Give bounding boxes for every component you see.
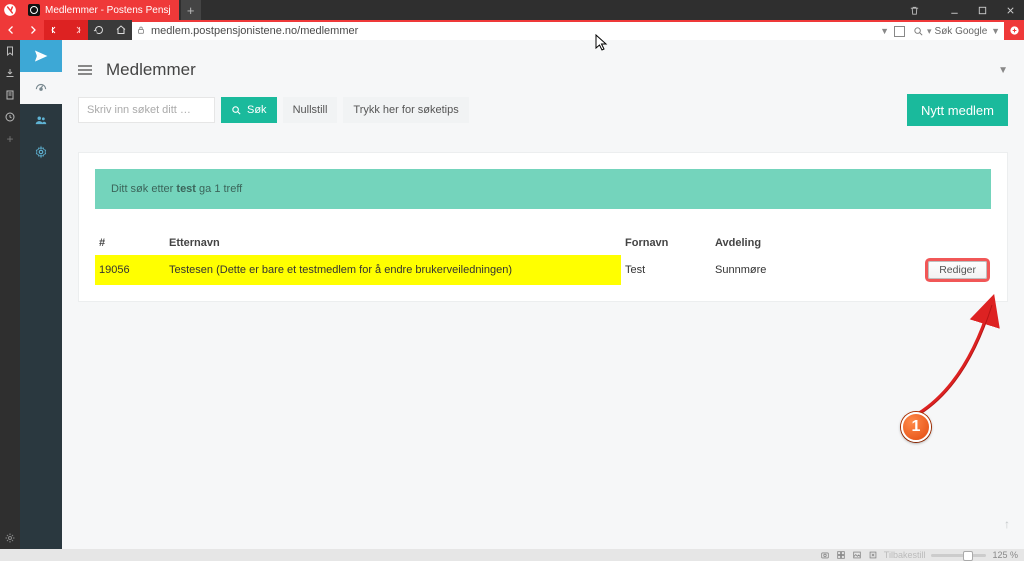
results-panel: Ditt søk etter test ga 1 treff # Etterna… bbox=[78, 152, 1008, 302]
window-close-button[interactable] bbox=[996, 0, 1024, 20]
browser-search-placeholder: Søk Google bbox=[935, 26, 988, 37]
result-prefix: Ditt søk etter bbox=[111, 183, 176, 195]
tab-title: Medlemmer - Postens Pensj bbox=[45, 5, 171, 16]
reset-button-label: Nullstill bbox=[293, 104, 328, 116]
lock-icon bbox=[136, 24, 146, 38]
menu-toggle-icon[interactable] bbox=[78, 65, 92, 75]
reset-button[interactable]: Nullstill bbox=[283, 97, 338, 123]
page-options-dropdown-icon[interactable]: ▼ bbox=[998, 65, 1008, 76]
address-bar[interactable]: medlem.postpensjonistene.no/medlemmer ▼ bbox=[132, 20, 909, 40]
table-header-row: # Etternavn Fornavn Avdeling bbox=[95, 231, 991, 255]
scroll-top-icon[interactable]: ↑ bbox=[1004, 517, 1010, 531]
nav-back-button[interactable] bbox=[0, 20, 22, 40]
status-reset-label[interactable]: Tilbakestill bbox=[884, 550, 926, 560]
status-tile-icon[interactable] bbox=[836, 550, 846, 560]
cell-firstname: Test bbox=[621, 255, 711, 285]
search-tips-label: Trykk her for søketips bbox=[353, 104, 458, 116]
annotation-arrow bbox=[896, 294, 1016, 429]
window-minimize-button[interactable] bbox=[940, 0, 968, 20]
col-firstname: Fornavn bbox=[621, 231, 711, 255]
nav-reload-button[interactable] bbox=[88, 20, 110, 40]
app-sidebar bbox=[20, 40, 62, 549]
annotation-badge: 1 bbox=[901, 412, 931, 442]
page-title: Medlemmer bbox=[106, 60, 196, 80]
sidebar-dashboard-icon[interactable] bbox=[20, 72, 62, 104]
new-member-button[interactable]: Nytt medlem bbox=[907, 94, 1008, 126]
nav-rewind-button[interactable] bbox=[44, 20, 66, 40]
sidebar-members-icon[interactable] bbox=[20, 104, 62, 136]
browser-search-field[interactable]: ▾ Søk Google ▼ bbox=[909, 20, 1004, 40]
tab-favicon bbox=[28, 4, 40, 16]
panel-downloads-icon[interactable] bbox=[3, 66, 17, 80]
browser-panel-bar: + bbox=[0, 40, 20, 549]
sidebar-send-icon[interactable] bbox=[20, 40, 62, 72]
cell-dept: Sunnmøre bbox=[711, 255, 821, 285]
table-row[interactable]: 19056 Testesen (Dette er bare et testmed… bbox=[95, 255, 991, 285]
result-term: test bbox=[176, 183, 196, 195]
search-button-label: Søk bbox=[247, 104, 267, 116]
vivaldi-menu-button[interactable] bbox=[0, 0, 20, 20]
col-id: # bbox=[95, 231, 165, 255]
edit-button[interactable]: Rediger bbox=[928, 261, 987, 279]
status-capture-icon[interactable] bbox=[820, 550, 830, 560]
search-result-banner: Ditt søk etter test ga 1 treff bbox=[95, 169, 991, 209]
annotation-badge-label: 1 bbox=[912, 418, 921, 436]
browser-chrome: Medlemmer - Postens Pensj + bbox=[0, 0, 1024, 40]
search-engine-icon bbox=[913, 26, 924, 37]
addr-dropdown-icon[interactable]: ▼ bbox=[880, 26, 889, 36]
results-table: # Etternavn Fornavn Avdeling 19056 Teste… bbox=[95, 231, 991, 285]
new-member-label: Nytt medlem bbox=[921, 103, 994, 118]
nav-fastforward-button[interactable] bbox=[66, 20, 88, 40]
result-suffix: ga 1 treff bbox=[196, 183, 242, 195]
search-icon bbox=[231, 105, 242, 116]
zoom-level: 125 % bbox=[992, 550, 1018, 560]
addr-qr-icon[interactable] bbox=[894, 26, 905, 37]
panel-add-button[interactable]: + bbox=[3, 132, 17, 146]
sidebar-settings-icon[interactable] bbox=[20, 136, 62, 168]
member-search-placeholder: Skriv inn søket ditt … bbox=[87, 104, 191, 116]
url-text: medlem.postpensjonistene.no/medlemmer bbox=[151, 25, 358, 37]
main-content: Medlemmer ▼ Skriv inn søket ditt … Søk N… bbox=[62, 40, 1024, 549]
panel-settings-icon[interactable] bbox=[3, 531, 17, 545]
cell-id: 19056 bbox=[95, 255, 165, 285]
panel-notes-icon[interactable] bbox=[3, 88, 17, 102]
panel-history-icon[interactable] bbox=[3, 110, 17, 124]
search-button[interactable]: Søk bbox=[221, 97, 277, 123]
status-actions-icon[interactable] bbox=[868, 550, 878, 560]
extension-button[interactable] bbox=[1004, 20, 1024, 40]
browser-status-bar: Tilbakestill 125 % bbox=[0, 549, 1024, 561]
zoom-slider[interactable] bbox=[931, 554, 986, 557]
new-tab-button[interactable]: + bbox=[181, 0, 201, 20]
search-tips-button[interactable]: Trykk her for søketips bbox=[343, 97, 468, 123]
member-search-input[interactable]: Skriv inn søket ditt … bbox=[78, 97, 215, 123]
cell-lastname: Testesen (Dette er bare et testmedlem fo… bbox=[165, 255, 621, 285]
col-lastname: Etternavn bbox=[165, 231, 621, 255]
status-images-icon[interactable] bbox=[852, 550, 862, 560]
browser-tab[interactable]: Medlemmer - Postens Pensj bbox=[20, 0, 179, 20]
window-maximize-button[interactable] bbox=[968, 0, 996, 20]
col-dept: Avdeling bbox=[711, 231, 821, 255]
nav-home-button[interactable] bbox=[110, 20, 132, 40]
closed-tabs-button[interactable] bbox=[900, 0, 928, 20]
nav-forward-button[interactable] bbox=[22, 20, 44, 40]
panel-bookmarks-icon[interactable] bbox=[3, 44, 17, 58]
